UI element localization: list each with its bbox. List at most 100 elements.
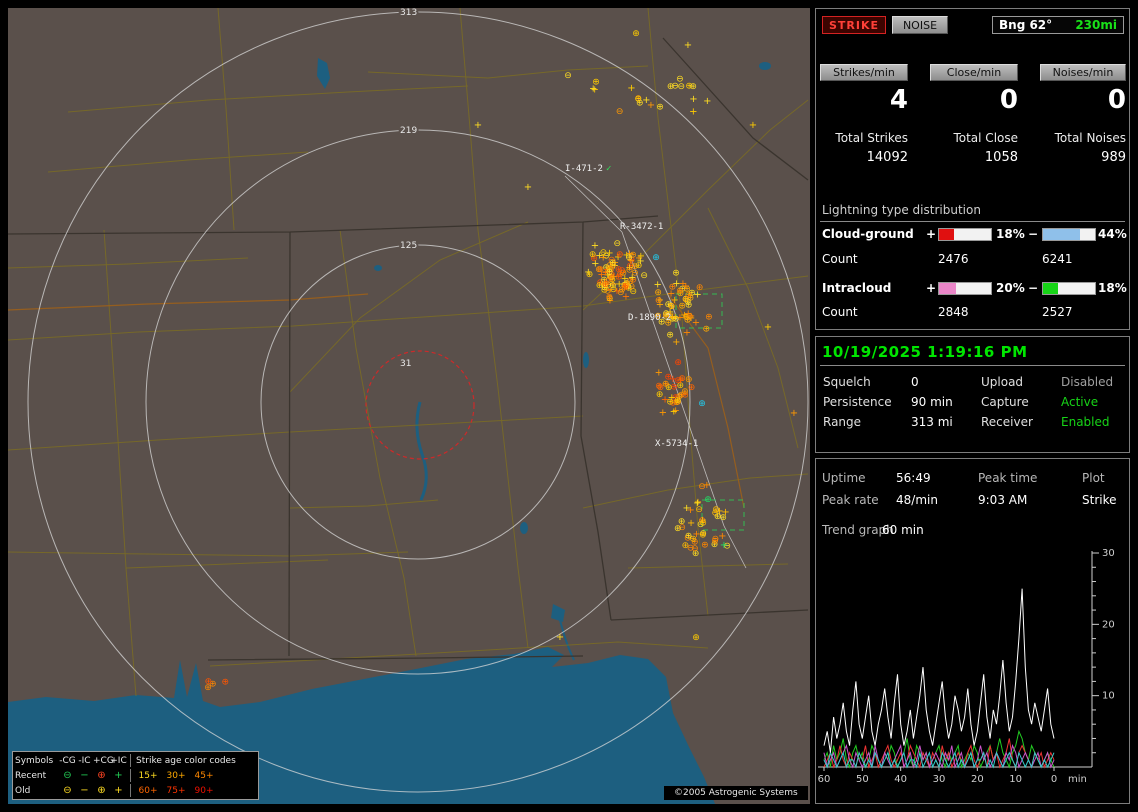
svg-text:⊕: ⊕	[668, 302, 676, 312]
legend-col-nic: -IC	[78, 755, 91, 766]
svg-text:+: +	[689, 94, 697, 105]
ic-pos-bar	[938, 282, 992, 295]
legend-col-ncg: -CG	[59, 755, 76, 766]
minus-sign: −	[1028, 227, 1039, 241]
range-value: 230mi	[1075, 18, 1117, 32]
svg-text:+: +	[636, 256, 644, 267]
status-panel: 10/19/2025 1:19:16 PM Squelch 0 Upload D…	[815, 336, 1130, 453]
strikes-per-min-button[interactable]: Strikes/min	[820, 64, 908, 81]
total-noises-value: 989	[1101, 150, 1126, 165]
recent-nic-icon: −	[80, 769, 89, 781]
capture-label: Capture	[981, 395, 1029, 409]
recent-pcg-icon: ⊕	[97, 769, 106, 781]
squelch-label: Squelch	[823, 375, 871, 389]
strikes-rate-value: 4	[889, 85, 908, 115]
sidebar: STRIKE NOISE Bng 62° 230mi Strikes/min C…	[815, 8, 1132, 804]
ic-pos-pct: 20%	[996, 281, 1025, 295]
svg-text:+: +	[689, 107, 697, 118]
ic-neg-count: 2527	[1042, 305, 1073, 319]
svg-text:⊖: ⊖	[712, 535, 720, 545]
legend-col-pcg: +CG	[93, 755, 114, 766]
svg-text:⊕: ⊕	[681, 387, 689, 397]
svg-text:+: +	[677, 375, 685, 386]
svg-text:40: 40	[894, 774, 907, 785]
cg-neg-pct: 44%	[1098, 227, 1127, 241]
svg-text:⊖: ⊖	[676, 75, 684, 85]
receiver-label: Receiver	[981, 415, 1033, 429]
svg-text:⊕: ⊕	[632, 29, 640, 39]
cg-pos-bar	[938, 228, 992, 241]
legend-divider	[130, 769, 131, 782]
age-30: 30+	[166, 770, 186, 781]
svg-text:⊕: ⊕	[616, 250, 624, 260]
svg-text:⊕: ⊕	[685, 375, 693, 385]
total-strikes-value: 14092	[866, 150, 908, 165]
noises-per-min-button[interactable]: Noises/min	[1040, 64, 1126, 81]
noises-rate-value: 0	[1107, 85, 1126, 115]
squelch-value: 0	[911, 375, 919, 389]
range-label: Range	[823, 415, 862, 429]
svg-text:⊖: ⊖	[691, 544, 699, 554]
svg-text:R-3472-1: R-3472-1	[620, 222, 663, 232]
svg-text:313: 313	[400, 8, 417, 18]
svg-text:⊕: ⊕	[674, 358, 682, 368]
persistence-value: 90 min	[911, 395, 953, 409]
svg-text:min: min	[1068, 774, 1087, 785]
svg-text:20: 20	[1102, 619, 1115, 630]
noise-mode-button[interactable]: NOISE	[892, 16, 948, 34]
svg-text:+: +	[474, 120, 482, 131]
age-45: 45+	[194, 770, 214, 781]
svg-text:20: 20	[971, 774, 984, 785]
svg-text:⊕: ⊕	[666, 398, 674, 408]
svg-text:+: +	[703, 96, 711, 107]
svg-text:+: +	[659, 408, 667, 419]
trend-graph-chart: 30 20 10 60 50 40 30 20 10 0 min	[818, 548, 1115, 785]
svg-text:+: +	[684, 40, 692, 51]
old-pcg-icon: ⊕	[97, 784, 106, 796]
peak-time-label: Peak time	[978, 471, 1038, 485]
svg-text:⊕: ⊕	[625, 253, 633, 263]
total-strikes-label: Total Strikes	[835, 131, 908, 145]
svg-text:30: 30	[933, 774, 946, 785]
plus-sign: +	[926, 227, 937, 241]
svg-text:+: +	[749, 120, 757, 131]
ic-neg-bar	[1042, 282, 1096, 295]
svg-text:+: +	[591, 259, 599, 270]
svg-text:⊕: ⊕	[685, 290, 693, 300]
svg-text:⊖: ⊖	[695, 505, 703, 515]
svg-text:⊕: ⊕	[699, 531, 707, 541]
old-pic-icon: +	[114, 784, 123, 796]
upload-status: Disabled	[1061, 375, 1114, 389]
trend-panel: Uptime 56:49 Peak time Plot Peak rate 48…	[815, 458, 1130, 804]
lightning-map-svg[interactable]: 31321912531⊕+⊕+⊕⊖+ ⊕+⊕⊖++⊕ +⊕⊖⊖⊖+++⊕⊕⊕+ ⊕⊕⊖…	[8, 8, 810, 804]
svg-text:+: +	[693, 290, 701, 301]
svg-text:0: 0	[1051, 774, 1057, 785]
range-value-mi: 313 mi	[911, 415, 953, 429]
strike-stats-panel: STRIKE NOISE Bng 62° 230mi Strikes/min C…	[815, 8, 1130, 330]
peak-time-value: 9:03 AM	[978, 493, 1028, 507]
roads-layer	[8, 8, 809, 697]
uptime-label: Uptime	[822, 471, 866, 485]
close-rate-value: 0	[999, 85, 1018, 115]
svg-text:⊖: ⊖	[626, 277, 634, 287]
svg-text:⊕: ⊕	[667, 82, 675, 92]
svg-text:60: 60	[818, 774, 830, 785]
svg-text:⊕: ⊕	[205, 677, 213, 687]
legend-recent-label: Recent	[15, 770, 47, 781]
water-layer	[8, 58, 771, 804]
svg-text:⊕: ⊕	[618, 285, 626, 295]
capture-status: Active	[1061, 395, 1099, 409]
map-area[interactable]: 313 219 125 31 ⊕ + ⊕ + ⊕ ⊖ + ⊕ + ⊕ ⊖ + + ⊕ + ⊕ ⊖ ⊖ ⊖ + + + ⊕ ⊕ ⊕ + ⊕ ⊕ ⊖…	[8, 8, 810, 804]
legend-col-pic: +IC	[110, 755, 127, 766]
svg-text:+: +	[721, 507, 729, 518]
recent-ncg-icon: ⊖	[63, 769, 72, 781]
svg-text:⊕: ⊕	[674, 524, 682, 534]
svg-text:+: +	[670, 407, 678, 418]
svg-text:+: +	[591, 240, 599, 251]
copyright-label: ©2005 Astrogenic Systems	[664, 786, 808, 800]
strike-mode-button[interactable]: STRIKE	[822, 16, 886, 34]
legend-old-row: Old ⊖ − ⊕ + 60+ 75+ 90+	[15, 783, 256, 798]
cg-pos-pct: 18%	[996, 227, 1025, 241]
svg-text:⊕: ⊕	[699, 519, 707, 529]
close-per-min-button[interactable]: Close/min	[930, 64, 1018, 81]
